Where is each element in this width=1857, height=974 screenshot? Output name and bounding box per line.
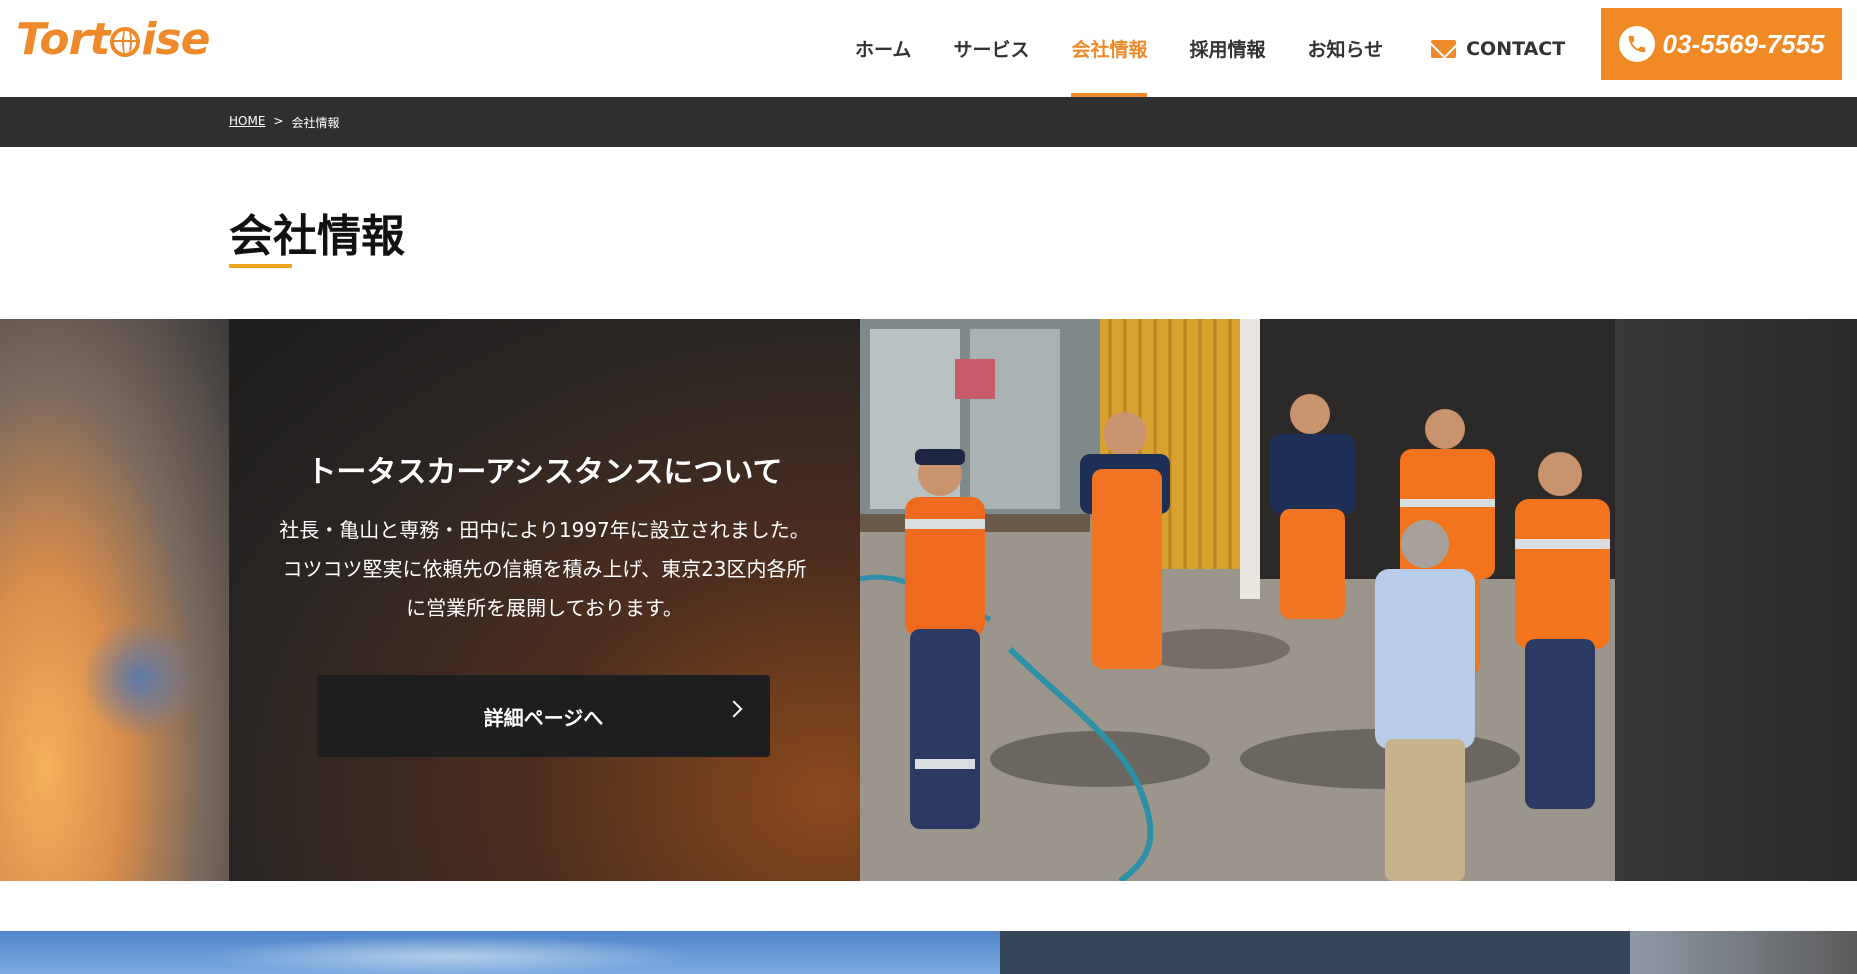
- global-nav: ホーム サービス 会社情報 採用情報 お知らせ CONTACT: [855, 0, 1607, 97]
- phone-call-button[interactable]: 03-5569-7555: [1601, 8, 1842, 80]
- nav-item-recruit[interactable]: 採用情報: [1189, 0, 1265, 97]
- about-hero: トータスカーアシスタンスについて 社長・亀山と専務・田中により1997年に設立さ…: [0, 319, 1857, 881]
- dark-panel-preview: [1000, 931, 1630, 974]
- next-section-preview: [0, 931, 1857, 974]
- title-underline: [229, 264, 292, 268]
- hero-body-line: 社長・亀山と専務・田中により1997年に設立されました。: [279, 518, 810, 542]
- hero-heading: トータスカーアシスタンスについて: [306, 455, 783, 490]
- nav-item-company[interactable]: 会社情報: [1071, 0, 1148, 97]
- breadcrumb-current: 会社情報: [291, 116, 340, 130]
- detail-page-button[interactable]: 詳細ページへ: [317, 675, 770, 757]
- nav-item-home[interactable]: ホーム: [855, 0, 911, 97]
- nav-contact-label: CONTACT: [1466, 37, 1566, 60]
- site-header: Tort ise ホーム サービス 会社情報 採用情報 お知らせ CONTACT …: [0, 0, 1857, 97]
- nav-item-news[interactable]: お知らせ: [1307, 0, 1383, 97]
- hero-right-background: [1615, 319, 1857, 881]
- mail-icon: [1431, 39, 1457, 58]
- logo-text-end: ise: [141, 13, 210, 65]
- phone-icon: [1618, 26, 1655, 62]
- chevron-right-icon: [725, 700, 743, 718]
- breadcrumb-home-link[interactable]: HOME: [229, 114, 265, 131]
- phone-glyph: [1628, 35, 1645, 53]
- site-logo[interactable]: Tort ise: [16, 13, 210, 65]
- hero-body: 社長・亀山と専務・田中により1997年に設立されました。 コツコツ堅実に依頼先の…: [249, 511, 840, 628]
- phone-number: 03-5569-7555: [1662, 28, 1825, 59]
- hero-left-blurred-background: [0, 319, 229, 881]
- page-title: 会社情報: [229, 211, 405, 262]
- breadcrumb-separator: >: [273, 114, 284, 128]
- globe-icon: [110, 27, 141, 57]
- logo-text-start: Tort: [16, 13, 110, 65]
- sky-image-preview: [0, 931, 1000, 974]
- breadcrumb: HOME > 会社情報: [229, 114, 339, 131]
- hero-body-line: コツコツ堅実に依頼先の信頼を積み上げ、東京23区内各所: [282, 557, 807, 581]
- staff-photo-illustration: [860, 319, 1615, 881]
- detail-page-button-label: 詳細ページへ: [483, 705, 604, 730]
- hero-text-panel: トータスカーアシスタンスについて 社長・亀山と専務・田中により1997年に設立さ…: [229, 319, 860, 881]
- staff-group-photo: [860, 319, 1615, 881]
- nav-contact-link[interactable]: CONTACT: [1431, 38, 1565, 60]
- nav-item-service[interactable]: サービス: [953, 0, 1029, 97]
- breadcrumb-bar: HOME > 会社情報: [0, 97, 1857, 147]
- right-image-preview: [1630, 931, 1857, 974]
- hero-body-line: に営業所を展開しております。: [406, 596, 683, 620]
